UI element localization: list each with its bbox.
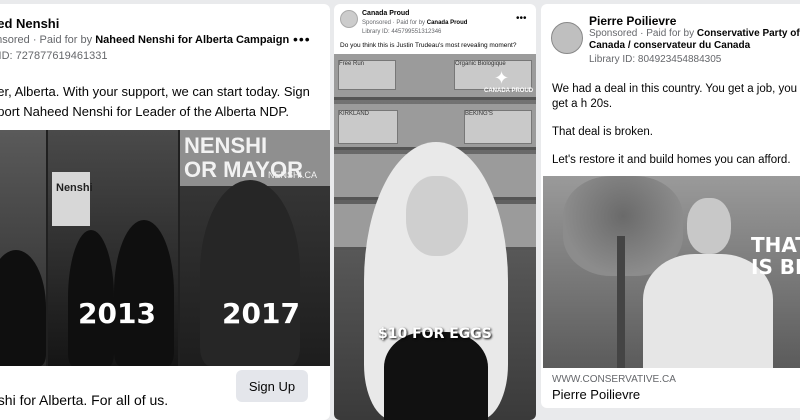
collage-panel xyxy=(0,130,46,366)
avatar[interactable] xyxy=(551,22,583,54)
speaker xyxy=(364,142,508,420)
ad-body-line: tter, Alberta. With your support, we can… xyxy=(0,84,310,99)
sponsored-label: Sponsored xyxy=(362,20,392,26)
library-id: Library ID: 445799551312346 xyxy=(362,29,442,35)
brand-logo-text: CANADA PROUD xyxy=(484,88,534,94)
egg-carton: BEKING'S xyxy=(464,110,532,144)
ad-paragraph: We had a deal in this country. You get a… xyxy=(552,83,798,110)
paid-by-prefix: Paid for by xyxy=(39,34,93,46)
tree-trunk xyxy=(617,236,625,368)
paid-by-name[interactable]: Canada Proud xyxy=(427,20,468,26)
more-options-icon[interactable]: ••• xyxy=(516,13,527,24)
sign-up-button[interactable]: Sign Up xyxy=(236,370,308,402)
advertiser-name[interactable]: eed Nenshi xyxy=(0,16,59,31)
speaker-clothing xyxy=(384,332,488,420)
collage-panel: Nenshi 2013 xyxy=(48,130,178,366)
egg-carton: Organic Biologique xyxy=(454,60,532,90)
ad-body-text: We had a deal in this country. You get a… xyxy=(552,82,800,181)
banner-line: NENSHI xyxy=(184,133,268,158)
ad-paragraph: That deal is broken. xyxy=(552,126,654,138)
video-caption: $10 FOR EGGS xyxy=(378,326,492,342)
sponsored-label: onsored xyxy=(0,34,30,46)
paid-by-name[interactable]: Naheed Nenshi for Alberta Campaign xyxy=(95,34,289,46)
campaign-sign xyxy=(52,172,90,226)
ad-media-collage[interactable]: Nenshi 2013 NENSHI OR MAYOR NENSHI.CA 20… xyxy=(0,130,330,366)
collage-panel: NENSHI OR MAYOR NENSHI.CA 2017 xyxy=(180,130,330,366)
speaker-face xyxy=(406,176,468,256)
library-id: y ID: 727877619461331 xyxy=(0,50,108,62)
egg-carton: KIRKLAND xyxy=(338,110,398,144)
speaker xyxy=(643,198,773,368)
ad-video[interactable]: THAT IS BR xyxy=(543,176,800,368)
sponsored-label: Sponsored xyxy=(589,28,638,39)
video-overlay-text: THAT IS BR xyxy=(751,234,800,278)
ad-body-line: pport Naheed Nenshi for Leader of the Al… xyxy=(0,104,289,119)
egg-carton: Free Run xyxy=(338,60,396,90)
speaker-face xyxy=(687,198,731,254)
sponsored-line: Sponsored · Paid for by Conservative Par… xyxy=(589,28,800,51)
person-silhouette xyxy=(200,180,300,366)
sponsored-line: Sponsored · Paid for by Canada Proud xyxy=(362,20,468,26)
banner-url: NENSHI.CA xyxy=(268,170,318,180)
avatar[interactable] xyxy=(340,10,358,28)
advertiser-name[interactable]: Canada Proud xyxy=(362,10,409,17)
paid-by-prefix: Paid for by xyxy=(646,28,695,39)
library-id: Library ID: 804923454884305 xyxy=(589,54,722,65)
sponsored-line: onsored · Paid for by Naheed Nenshi for … xyxy=(0,34,289,46)
maple-leaf-icon: ✦ xyxy=(494,68,510,88)
overlay-line: IS BR xyxy=(751,255,800,279)
overlay-line: THAT xyxy=(751,233,800,257)
ad-body-text: tter, Alberta. With your support, we can… xyxy=(0,82,320,122)
ad-card-nenshi: eed Nenshi onsored · Paid for by Naheed … xyxy=(0,4,330,420)
year-label: 2013 xyxy=(78,297,156,330)
ad-card-poilievre: Pierre Poilievre Sponsored · Paid for by… xyxy=(541,4,800,408)
campaign-sign-text: Nenshi xyxy=(56,182,93,194)
advertiser-name[interactable]: Pierre Poilievre xyxy=(589,14,676,28)
year-label: 2017 xyxy=(222,297,300,330)
more-options-icon[interactable]: ••• xyxy=(293,31,311,47)
link-url[interactable]: WWW.CONSERVATIVE.CA xyxy=(552,374,676,385)
crowd-silhouette xyxy=(114,220,174,366)
ad-video[interactable]: Free Run Organic Biologique KIRKLAND BEK… xyxy=(334,54,536,420)
crowd-silhouette xyxy=(0,250,46,366)
paid-by-prefix: Paid for by xyxy=(396,20,426,26)
ad-footer-text: nshi for Alberta. For all of us. xyxy=(0,392,169,408)
link-title[interactable]: Pierre Poilievre xyxy=(552,387,640,402)
ad-card-canada-proud: Canada Proud Sponsored · Paid for by Can… xyxy=(334,4,536,420)
ad-paragraph: Let's restore it and build homes you can… xyxy=(552,154,791,166)
ad-body-text: Do you think this is Justin Trudeau's mo… xyxy=(340,42,517,49)
